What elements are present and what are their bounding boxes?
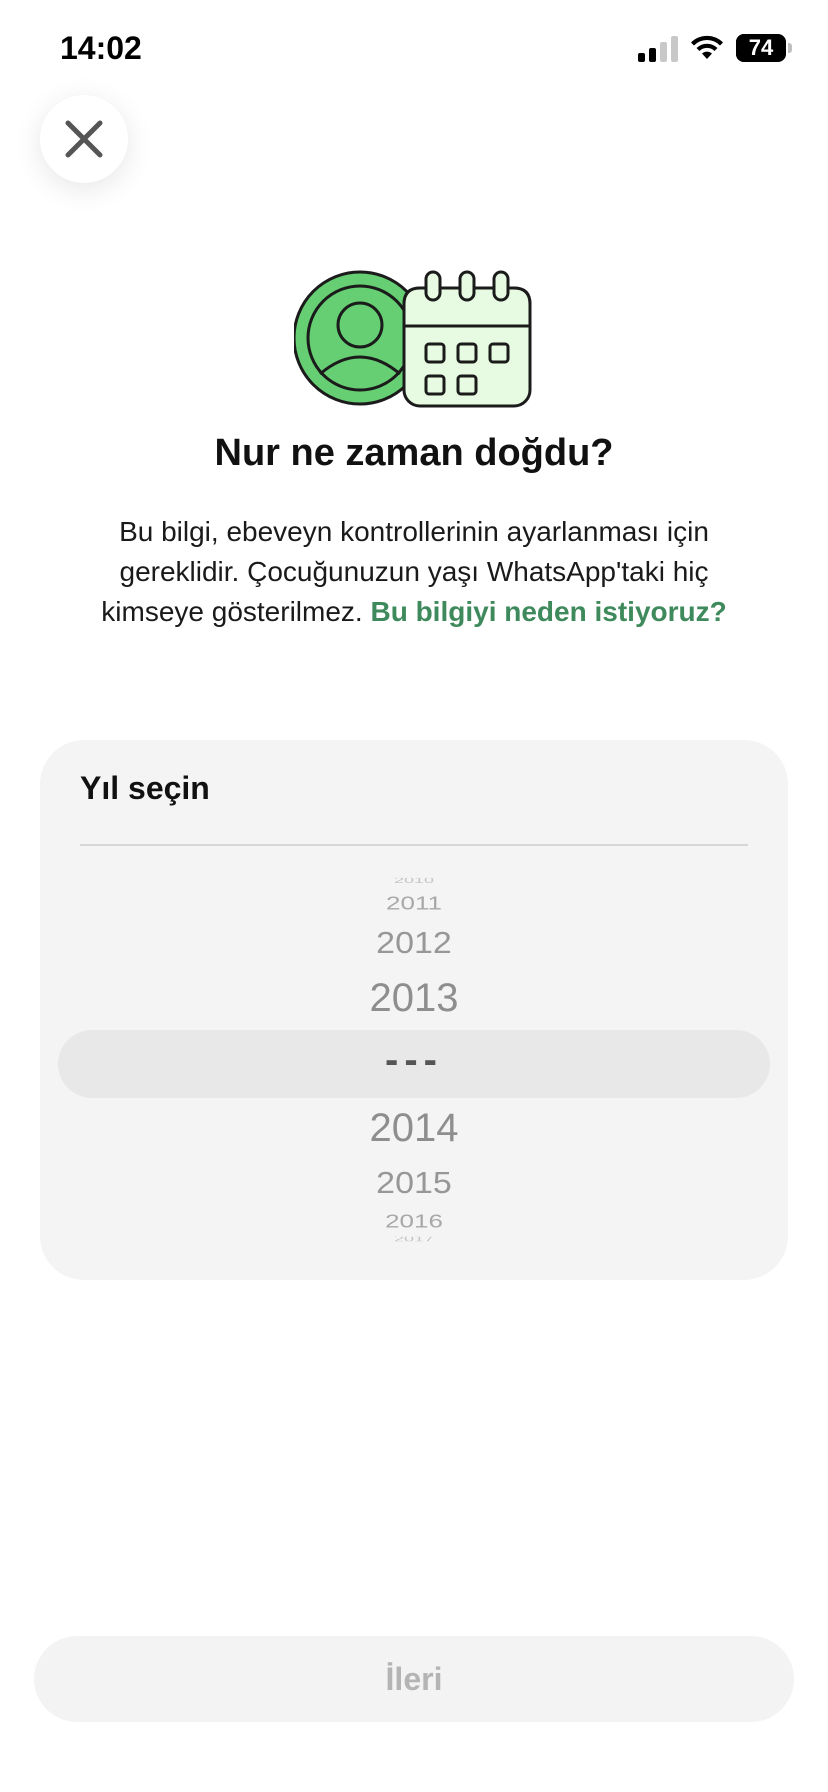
signal-icon bbox=[638, 34, 678, 62]
next-button[interactable]: İleri bbox=[34, 1636, 794, 1722]
screen: 14:02 74 Nur ne zaman doğdu? Bu bilgi, e… bbox=[0, 0, 828, 1792]
selected-year[interactable]: --- bbox=[40, 1038, 788, 1083]
year-option[interactable]: 2016 bbox=[40, 1210, 788, 1232]
year-wheel[interactable]: 2010 2011 2012 2013 --- 2014 2015 2016 2… bbox=[40, 740, 788, 1280]
close-button[interactable] bbox=[40, 95, 128, 183]
page-title: Nur ne zaman doğdu? bbox=[214, 432, 614, 474]
battery-icon: 74 bbox=[736, 34, 792, 62]
year-option[interactable]: 2014 bbox=[40, 1106, 788, 1151]
status-icons: 74 bbox=[638, 34, 792, 62]
calendar-icon bbox=[402, 270, 532, 408]
wifi-icon bbox=[691, 35, 723, 59]
year-option[interactable]: 2010 bbox=[40, 878, 788, 884]
status-time: 14:02 bbox=[60, 30, 142, 66]
year-option[interactable]: 2015 bbox=[40, 1166, 788, 1201]
battery-cap bbox=[788, 43, 792, 53]
close-icon bbox=[65, 120, 103, 158]
year-option[interactable]: 2013 bbox=[40, 976, 788, 1021]
year-picker-card: Yıl seçin 2010 2011 2012 2013 --- 2014 2… bbox=[40, 740, 788, 1280]
why-info-link[interactable]: Bu bilgiyi neden istiyoruz? bbox=[370, 596, 726, 627]
battery-body: 74 bbox=[736, 34, 786, 62]
birthday-illustration bbox=[294, 270, 532, 408]
year-option[interactable]: 2017 bbox=[40, 1237, 788, 1242]
year-option[interactable]: 2011 bbox=[40, 892, 788, 914]
description: Bu bilgi, ebeveyn kontrollerinin ayarlan… bbox=[70, 512, 758, 632]
year-option[interactable]: 2012 bbox=[40, 926, 788, 961]
battery-percent: 74 bbox=[748, 35, 774, 60]
